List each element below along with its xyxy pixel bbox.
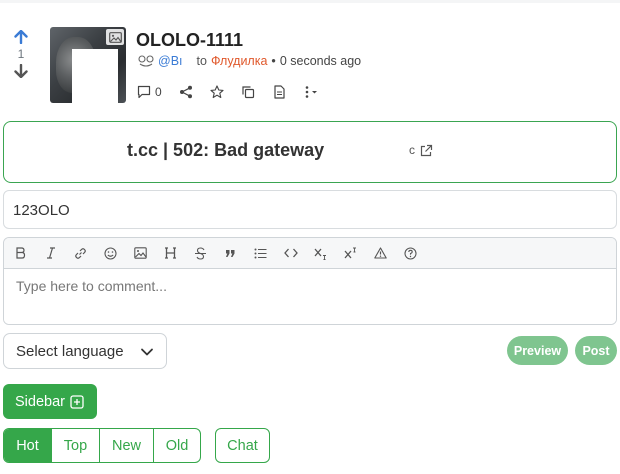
comment-editor [3, 237, 617, 325]
spoiler-icon[interactable] [373, 246, 388, 261]
sidebar-button-label: Sidebar [15, 393, 65, 410]
strikethrough-icon[interactable] [193, 246, 208, 261]
crosspost-button[interactable] [241, 85, 255, 99]
more-dots-icon [305, 86, 317, 98]
post-meta: @Bı to Флудилка • 0 seconds ago [137, 54, 361, 68]
list-icon[interactable] [253, 246, 268, 261]
downvote-button[interactable] [12, 62, 30, 80]
community-link[interactable]: Флудилка [211, 54, 267, 68]
superscript-icon[interactable] [343, 246, 358, 261]
sidebar-button[interactable]: Sidebar [3, 384, 97, 419]
plus-square-icon [70, 394, 84, 409]
language-select-value: Select language [16, 342, 124, 360]
post-thumbnail[interactable] [50, 27, 126, 103]
post-link-card: t.cc | 502: Bad gateway c [3, 121, 617, 183]
top-divider [0, 0, 620, 3]
more-options-button[interactable] [303, 85, 319, 99]
sort-tabs: Hot Top New Old [3, 428, 201, 463]
share-button[interactable] [179, 85, 193, 99]
tab-top[interactable]: Top [52, 429, 100, 462]
tab-new[interactable]: New [100, 429, 154, 462]
language-select[interactable]: Select language [3, 333, 167, 369]
meta-separator: • [271, 54, 276, 68]
star-icon [210, 85, 224, 99]
user-avatar-icon [137, 54, 155, 68]
code-icon[interactable] [283, 246, 298, 261]
to-label: to [196, 54, 207, 68]
link-title[interactable]: t.cc | 502: Bad gateway [127, 140, 324, 161]
author-link[interactable]: @Bı [158, 54, 183, 68]
link-tail-text: c [409, 143, 415, 157]
post-title[interactable]: OLOLO-1111 [136, 30, 243, 51]
header-icon[interactable] [163, 246, 178, 261]
redacted-area [72, 49, 118, 103]
arrow-down-icon [14, 64, 28, 78]
post-button[interactable]: Post [575, 336, 617, 365]
chat-button[interactable]: Chat [215, 428, 270, 463]
share-icon [179, 85, 192, 99]
vote-score: 1 [17, 47, 25, 61]
tab-old[interactable]: Old [154, 429, 200, 462]
save-button[interactable] [210, 85, 224, 99]
comment-icon [137, 85, 151, 99]
arrow-up-icon [14, 30, 28, 44]
redacted-area [20, 142, 123, 160]
link-icon[interactable] [73, 246, 88, 261]
redacted-area [330, 143, 410, 160]
chevron-down-icon [141, 348, 153, 356]
tab-hot[interactable]: Hot [4, 429, 52, 462]
preview-button[interactable]: Preview [507, 336, 568, 365]
upvote-button[interactable] [12, 28, 30, 46]
external-link-icon[interactable] [419, 144, 433, 158]
document-icon [274, 85, 285, 99]
image-icon[interactable] [133, 246, 148, 261]
post-actions: 0 [137, 83, 336, 101]
help-icon[interactable] [403, 246, 418, 261]
bold-icon[interactable] [13, 246, 28, 261]
subscript-icon[interactable] [313, 246, 328, 261]
comment-input[interactable] [4, 269, 616, 324]
emoji-icon[interactable] [103, 246, 118, 261]
post-body: 123OLO [3, 190, 617, 229]
copy-icon [242, 86, 254, 99]
vote-column: 1 [8, 28, 34, 80]
quote-icon[interactable] [223, 246, 238, 261]
italic-icon[interactable] [43, 246, 58, 261]
image-icon [106, 29, 124, 45]
editor-toolbar [4, 238, 616, 269]
post-time: 0 seconds ago [279, 54, 362, 68]
view-source-button[interactable] [272, 85, 286, 99]
comment-count: 0 [155, 85, 162, 99]
comments-button[interactable]: 0 [137, 85, 162, 99]
